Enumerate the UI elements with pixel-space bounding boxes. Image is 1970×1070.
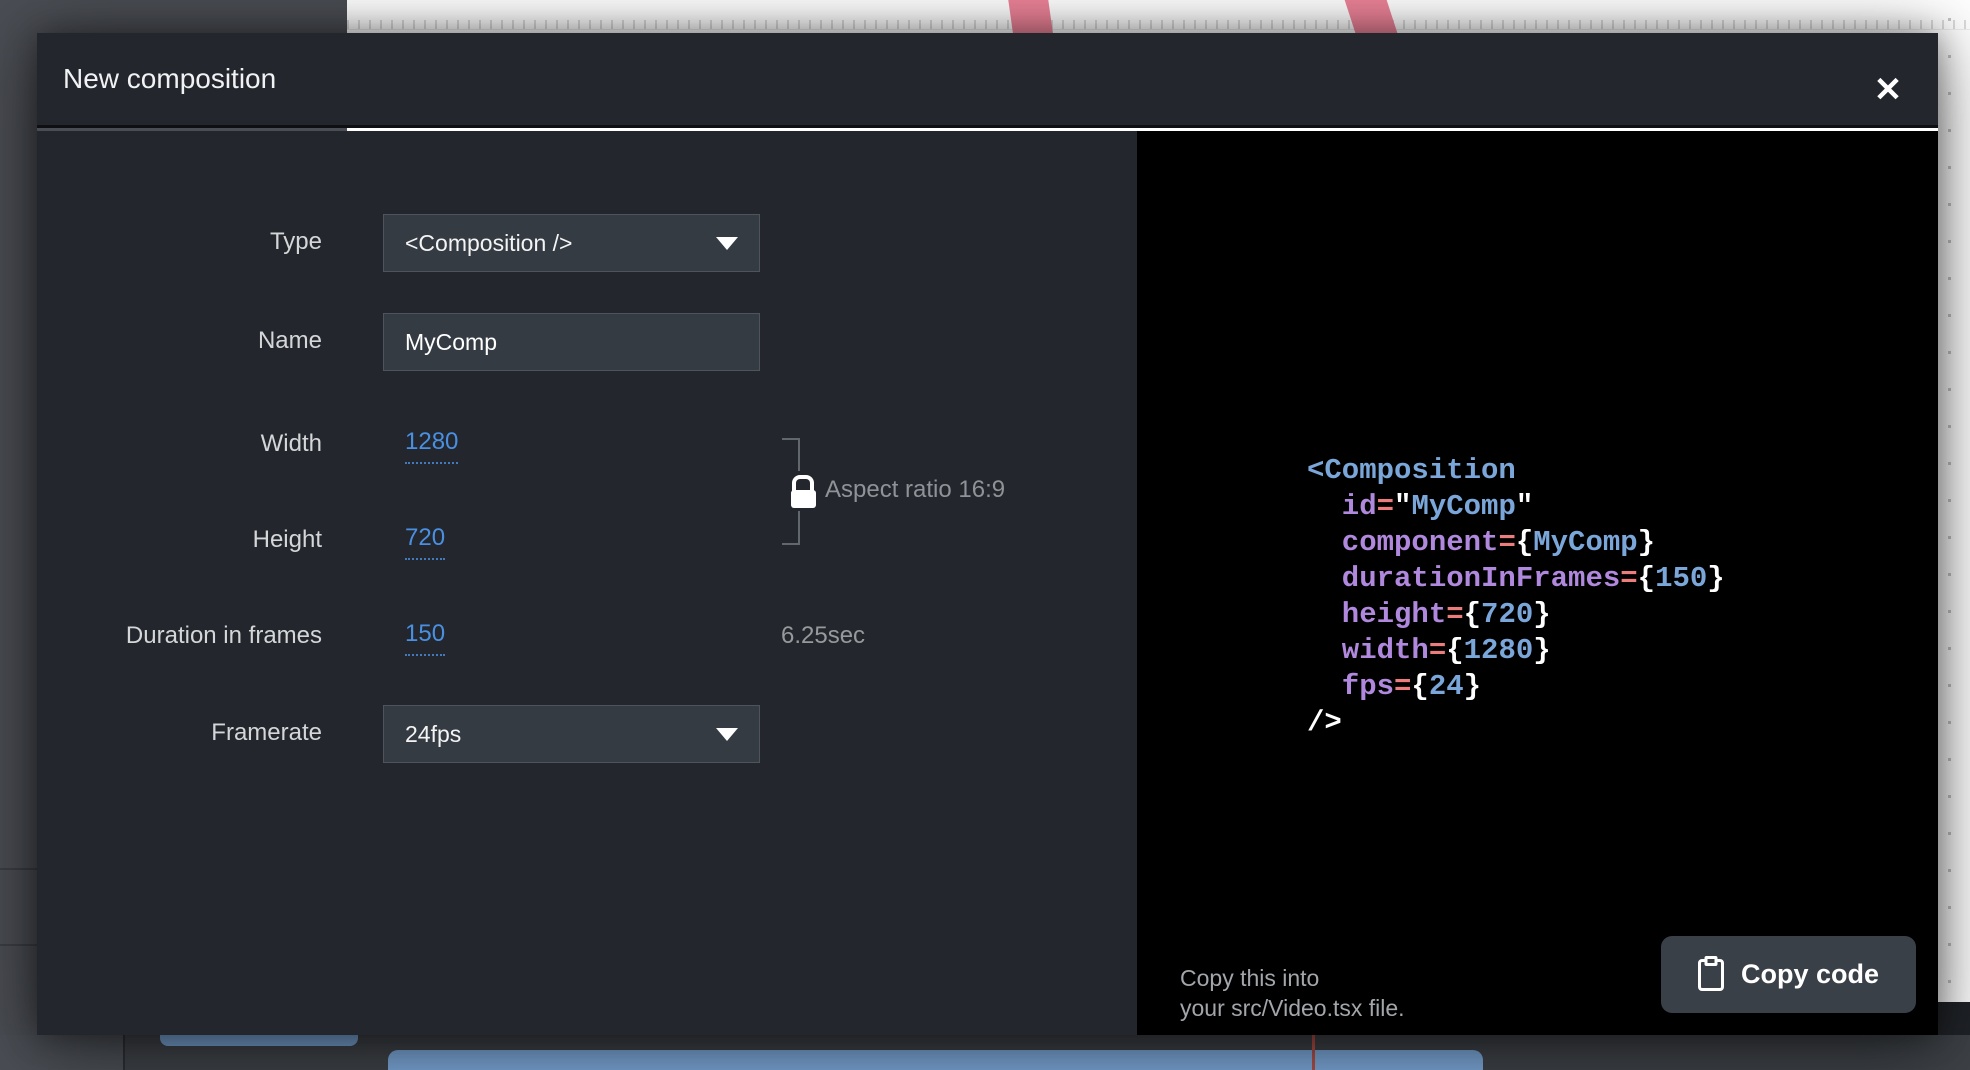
framerate-label: Framerate [37, 719, 322, 747]
name-input[interactable] [383, 313, 760, 371]
dialog-title: New composition [37, 63, 276, 95]
background-timeline-track-head [0, 1035, 123, 1070]
height-value[interactable]: 720 [405, 524, 445, 560]
chevron-down-icon [716, 237, 738, 250]
duration-value[interactable]: 150 [405, 620, 445, 656]
name-label: Name [37, 327, 322, 355]
type-dropdown[interactable]: <Composition /> [383, 214, 760, 272]
background-timeline-clip [388, 1050, 1483, 1070]
pink-shape-left [1008, 0, 1053, 34]
framerate-dropdown-value: 24fps [405, 721, 461, 748]
copy-code-button[interactable]: Copy code [1661, 936, 1916, 1013]
framerate-dropdown[interactable]: 24fps [383, 705, 760, 763]
code-preview-panel: <Composition id="MyComp" component={MyCo… [1137, 131, 1938, 1035]
close-icon: ✕ [1874, 73, 1903, 107]
copy-instructions: Copy this into your src/Video.tsx file. [1180, 963, 1405, 1023]
type-dropdown-value: <Composition /> [405, 230, 572, 257]
chevron-down-icon [716, 728, 738, 741]
copy-instructions-line1: Copy this into [1180, 963, 1405, 993]
width-label: Width [37, 430, 322, 458]
duration-label: Duration in frames [37, 622, 322, 650]
height-label: Height [37, 526, 322, 554]
width-value[interactable]: 1280 [405, 428, 458, 464]
copy-code-label: Copy code [1741, 959, 1879, 990]
clipboard-icon [1698, 959, 1724, 991]
dialog-header: New composition ✕ [37, 33, 1938, 128]
code-block: <Composition id="MyComp" component={MyCo… [1307, 453, 1725, 741]
timeline-ruler-ticks [347, 20, 1970, 30]
aspect-ratio-label: Aspect ratio 16:9 [825, 476, 1005, 504]
vertical-ruler-dots [1948, 18, 1951, 998]
composition-form-panel: Type Name Width Height Duration in frame… [37, 131, 1137, 1035]
background-timeline-divider [123, 1035, 125, 1070]
type-label: Type [37, 228, 322, 256]
copy-instructions-line2: your src/Video.tsx file. [1180, 993, 1405, 1023]
playhead-line [1312, 1035, 1315, 1070]
lock-icon [787, 471, 819, 511]
duration-seconds: 6.25sec [781, 622, 865, 650]
close-button[interactable]: ✕ [1866, 68, 1910, 112]
new-composition-dialog: New composition ✕ Type Name Width Height… [37, 33, 1938, 1035]
background-blue-button-sliver [160, 1035, 358, 1046]
screen: New composition ✕ Type Name Width Height… [0, 0, 1970, 1070]
